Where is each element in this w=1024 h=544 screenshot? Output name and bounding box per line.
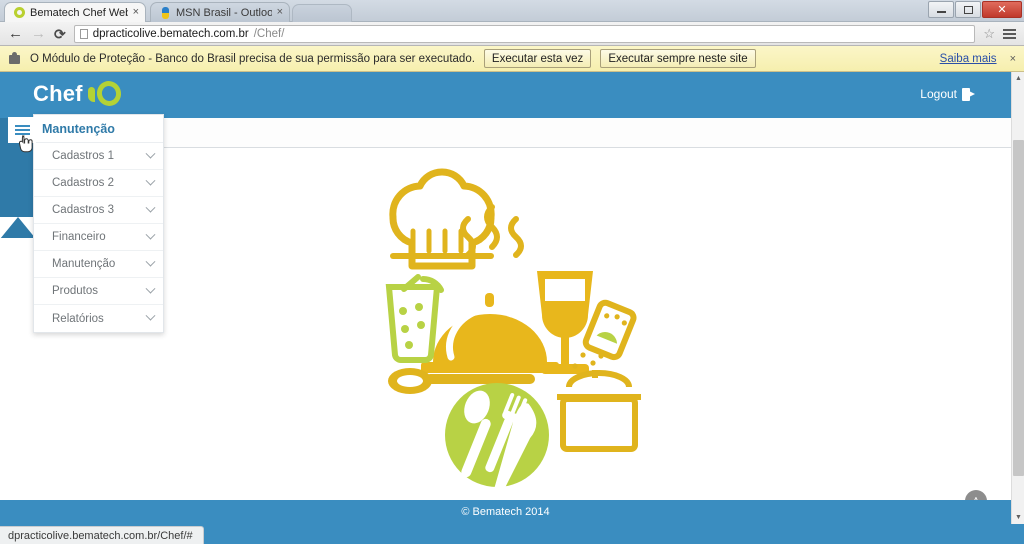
mouse-cursor-pointer: [18, 135, 33, 153]
notification-close-icon[interactable]: ×: [1006, 53, 1016, 65]
menu-item-cadastros-3[interactable]: Cadastros 3: [34, 197, 163, 224]
culinary-icons-illustration: [385, 168, 641, 489]
logo-text: Chef: [33, 81, 83, 106]
chevron-down-icon: [145, 256, 156, 267]
chevron-down-icon: [145, 310, 156, 321]
msn-favicon-icon: [160, 6, 171, 19]
app-footer: © Bematech 2014: [0, 500, 1011, 524]
menu-item-label: Cadastros 1: [52, 150, 115, 162]
address-bar[interactable]: dpracticolive.bematech.com.br/Chef/: [73, 24, 976, 43]
menu-item-relatorios[interactable]: Relatórios: [34, 305, 163, 332]
chevron-down-icon: [145, 175, 156, 186]
app-logo[interactable]: Chef: [33, 77, 124, 110]
page-viewport: Chef Logout o: [0, 72, 1011, 524]
browser-tab-active[interactable]: Bematech Chef Web ×: [4, 2, 146, 22]
menu-item-produtos[interactable]: Produtos: [34, 278, 163, 305]
chevron-down-icon: [145, 229, 156, 240]
new-tab-button[interactable]: [292, 4, 352, 22]
reload-icon[interactable]: ⟳: [54, 27, 66, 41]
run-once-button[interactable]: Executar esta vez: [483, 49, 592, 68]
tab-title: Bematech Chef Web: [30, 6, 128, 19]
scrollbar-down-arrow-icon[interactable]: ▼: [1012, 511, 1024, 524]
menu-item-label: Cadastros 3: [52, 204, 115, 216]
menu-item-cadastros-2[interactable]: Cadastros 2: [34, 170, 163, 197]
manutencao-dropdown-menu: Manutenção Cadastros 1 Cadastros 2 Cadas…: [33, 114, 164, 333]
minimize-icon: [936, 11, 946, 13]
chevron-down-icon: [145, 202, 156, 213]
menu-item-label: Manutenção: [52, 258, 116, 270]
bookmark-star-icon[interactable]: ☆: [983, 26, 995, 42]
scrollbar-up-arrow-icon[interactable]: ▲: [1012, 72, 1024, 85]
page-info-icon[interactable]: [79, 28, 88, 39]
tab-close-icon[interactable]: ×: [133, 7, 139, 18]
forward-icon[interactable]: →: [31, 26, 46, 41]
notification-bar: O Módulo de Proteção - Banco do Brasil p…: [0, 46, 1024, 72]
url-path: /Chef/: [253, 27, 285, 40]
tab-close-icon[interactable]: ×: [277, 7, 283, 18]
menu-item-financeiro[interactable]: Financeiro: [34, 224, 163, 251]
puzzle-piece-icon: [8, 52, 21, 65]
scrollbar-thumb[interactable]: [1013, 140, 1024, 476]
logout-label: Logout: [920, 87, 957, 101]
tab-title: MSN Brasil - Outlook, Ho: [176, 6, 272, 19]
browser-tab-strip: Bematech Chef Web × MSN Brasil - Outlook…: [0, 0, 1024, 22]
app-header: Chef Logout: [0, 72, 1011, 118]
chrome-menu-icon[interactable]: [1003, 28, 1016, 39]
page-scrollbar[interactable]: ▲ ▼: [1011, 72, 1024, 524]
hamburger-icon: [14, 125, 30, 135]
url-host: dpracticolive.bematech.com.br: [92, 27, 249, 40]
chevron-down-icon: [145, 283, 156, 294]
sign-out-icon: [962, 87, 975, 101]
link-status-url: dpracticolive.bematech.com.br/Chef/#: [0, 526, 204, 544]
notification-message: O Módulo de Proteção - Banco do Brasil p…: [30, 52, 475, 65]
back-icon[interactable]: ←: [8, 26, 23, 41]
window-minimize-button[interactable]: [928, 1, 954, 18]
window-close-button[interactable]: ✕: [982, 1, 1022, 18]
logout-button[interactable]: Logout: [920, 87, 975, 101]
run-always-button[interactable]: Executar sempre neste site: [600, 49, 756, 68]
menu-item-manutencao[interactable]: Manutenção: [34, 251, 163, 278]
browser-tab-inactive[interactable]: MSN Brasil - Outlook, Ho ×: [150, 2, 290, 22]
menu-item-label: Cadastros 2: [52, 177, 115, 189]
dropdown-title: Manutenção: [34, 115, 163, 143]
copyright-text: © Bematech 2014: [461, 506, 550, 518]
browser-toolbar: ← → ⟳ dpracticolive.bematech.com.br/Chef…: [0, 22, 1024, 46]
logo-mark-icon: [87, 77, 124, 110]
menu-item-label: Produtos: [52, 285, 99, 297]
window-maximize-button[interactable]: [955, 1, 981, 18]
chevron-down-icon: [145, 148, 156, 159]
menu-item-cadastros-1[interactable]: Cadastros 1: [34, 143, 163, 170]
learn-more-link[interactable]: Saiba mais: [940, 53, 997, 65]
menu-item-label: Relatórios: [52, 312, 104, 325]
chef-favicon-icon: [14, 7, 25, 18]
maximize-icon: [963, 5, 973, 14]
window-controls: ✕: [927, 1, 1022, 18]
os-status-bar: dpracticolive.bematech.com.br/Chef/#: [0, 524, 1024, 544]
menu-item-label: Financeiro: [52, 231, 106, 243]
browser-window: Bematech Chef Web × MSN Brasil - Outlook…: [0, 0, 1024, 544]
